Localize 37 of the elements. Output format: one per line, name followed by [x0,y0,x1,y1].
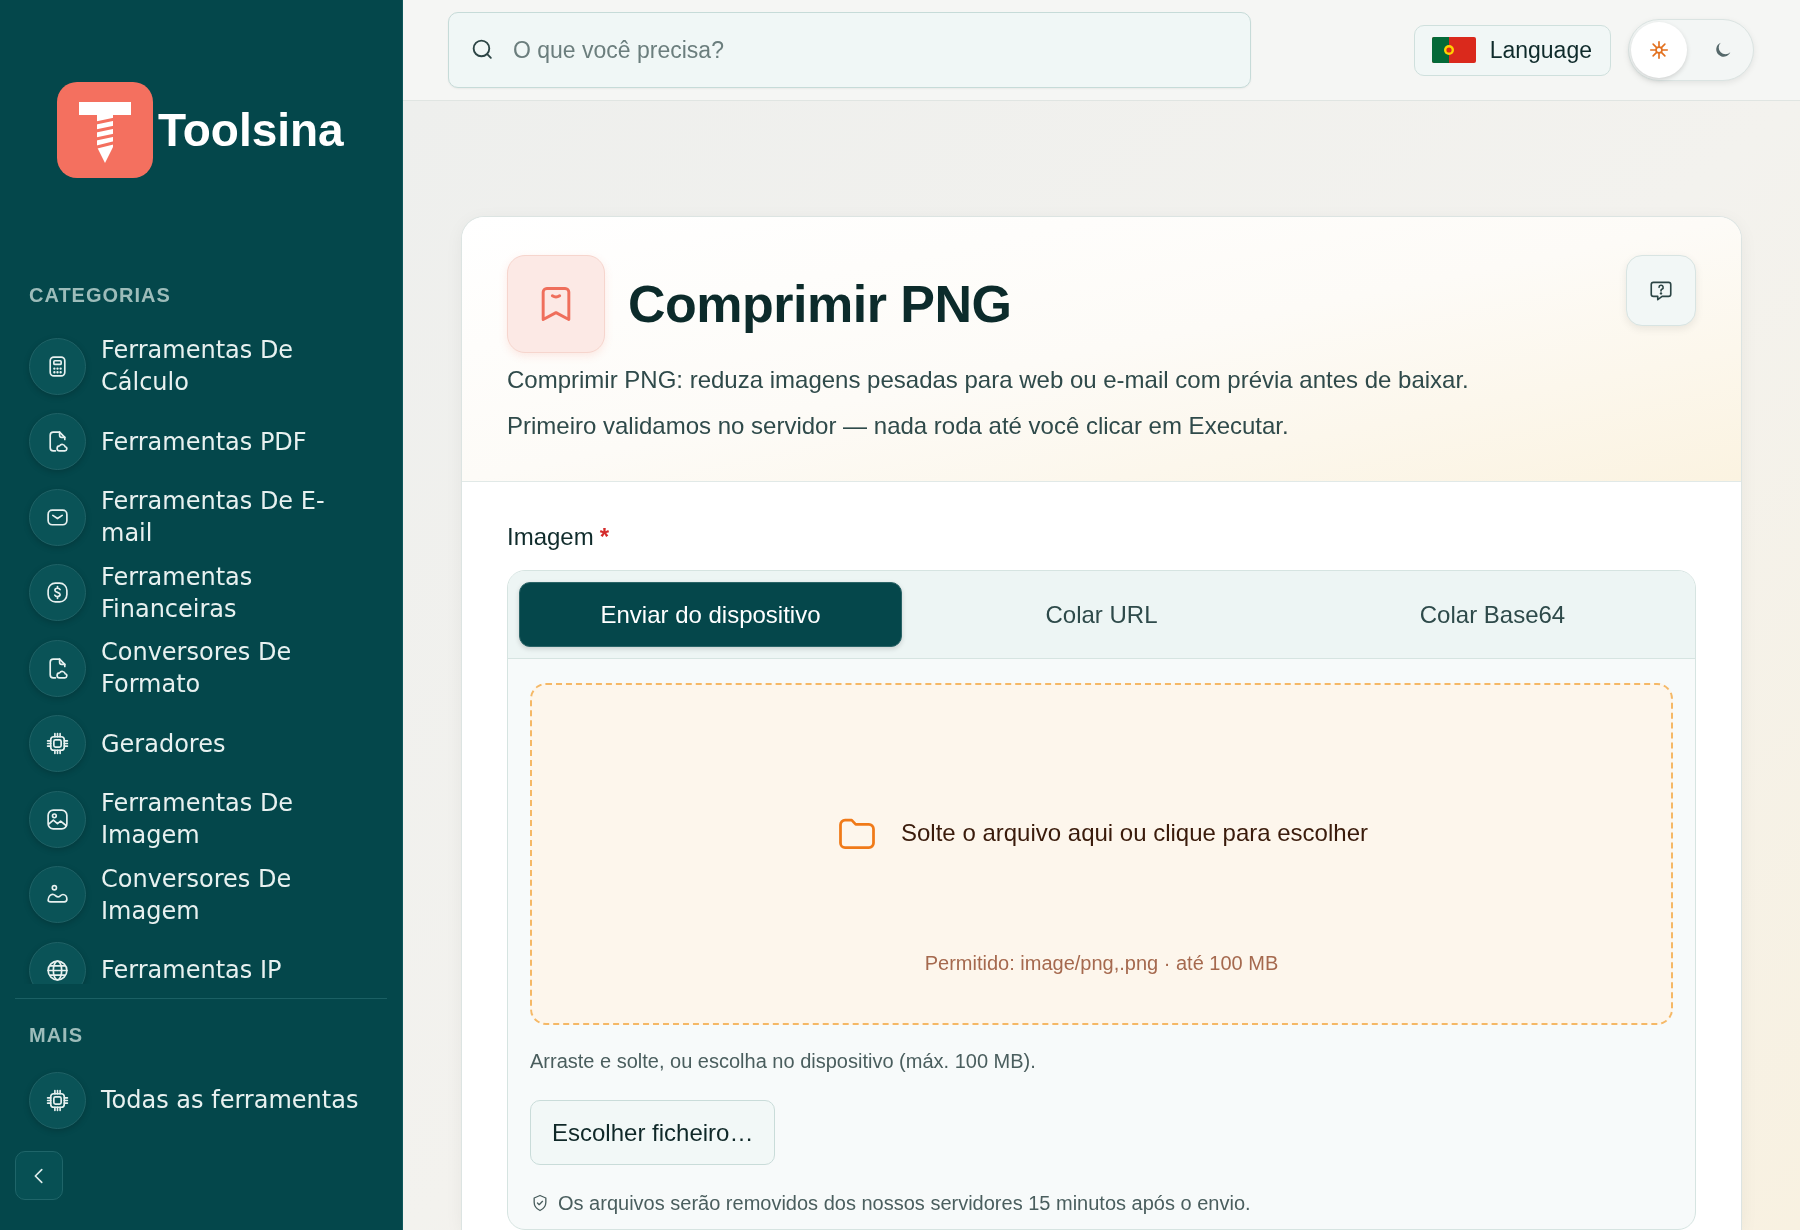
description: Primeiro validamos no servidor — nada roda até você clicar em Executar. [507,411,1290,441]
section-heading: CATEGORIAS [28,283,172,307]
tab[interactable]: Colar Base64 [1301,582,1684,647]
description: Comprimir PNG: reduza imagens pesadas para web ou e-mail com prévia antes de baixar. [507,365,1470,395]
sidebar-link[interactable]: Todas as ferramentas [29,1067,402,1133]
drop-zone[interactable]: Solte o arquivo aqui ou clique para escolher Permitido: image/png,.png · até 100 MB [530,683,1673,1025]
choose-file-button[interactable]: Escolher ficheiro… [530,1100,776,1165]
help-button[interactable] [1626,255,1696,326]
sidebar-link[interactable]: Conversores De Imagem [29,861,402,928]
search-icon [470,37,495,62]
drop-prompt: Solte o arquivo aqui ou clique para escolher [901,818,1368,848]
sidebar-link[interactable]: Geradores [29,710,402,777]
sidebar-link[interactable]: Ferramentas De E-mail [29,484,402,550]
sun-icon [1648,39,1670,61]
language-button[interactable]: Language [1413,24,1611,76]
tab[interactable]: Colar URL [910,582,1293,647]
sidebar-link[interactable]: Ferramentas PDF [29,408,402,475]
sidebar-link[interactable]: Conversores De Formato [29,635,402,701]
tab[interactable]: Enviar do dispositivo [519,582,902,647]
globe-icon [29,941,86,984]
flag-icon [1431,37,1476,63]
collapse-button[interactable] [15,1151,63,1200]
sidebar-link[interactable]: Ferramentas IP [29,937,402,984]
logo-text: Toolsina [158,107,344,153]
sidebar-link[interactable]: Ferramentas Financeiras [29,559,402,626]
bookmark-icon [507,255,605,353]
retention-notice: Os arquivos serão removidos dos nossos servidores 15 minutos após o envio. [558,1191,1251,1215]
field-hint: Arraste e solte, ou escolha no dispositivo (máx. 100 MB). [530,1049,1037,1073]
theme-option[interactable] [1631,22,1687,78]
search-field[interactable]: O que você precisa? [448,12,1251,88]
required-mark: * [599,522,610,552]
sidebar-link[interactable]: Ferramentas De Cálculo [29,333,402,399]
allowed-types: Permitido: image/png,.png · até 100 MB [924,951,1279,976]
section-heading: MAIS [28,1023,84,1047]
field-label: Imagem [507,522,594,552]
sidebar-link[interactable]: Ferramentas De Imagem [29,786,402,852]
logo-icon [57,82,153,178]
